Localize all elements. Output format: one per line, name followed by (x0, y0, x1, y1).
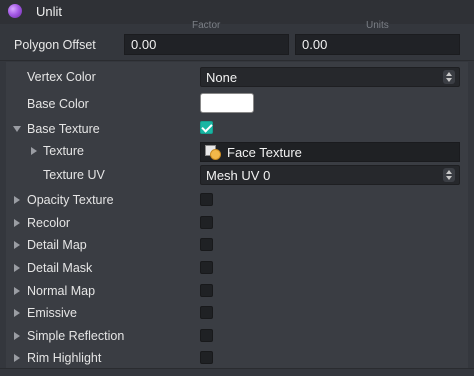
material-title: Unlit (36, 4, 63, 19)
rim-highlight-checkbox[interactable] (200, 351, 213, 364)
collapsed-triangle-icon[interactable] (14, 354, 20, 362)
base-color-swatch[interactable] (200, 93, 254, 113)
texture-uv-label: Texture UV (43, 168, 105, 182)
divider (0, 60, 474, 61)
divider (0, 368, 474, 369)
polygon-offset-units-field[interactable]: 0.00 (295, 34, 460, 55)
collapsed-triangle-icon[interactable] (14, 332, 20, 340)
collapsed-triangle-icon[interactable] (14, 264, 20, 272)
dropdown-arrows-icon (443, 168, 455, 182)
collapsed-triangle-icon[interactable] (14, 196, 20, 204)
factor-label: Factor (192, 20, 221, 31)
detail-map-label: Detail Map (27, 238, 87, 252)
base-texture-label: Base Texture (27, 122, 100, 136)
opacity-texture-checkbox[interactable] (200, 193, 213, 206)
collapsed-triangle-icon[interactable] (14, 287, 20, 295)
simple-reflection-checkbox[interactable] (200, 329, 213, 342)
opacity-texture-label: Opacity Texture (27, 193, 114, 207)
vertex-color-label: Vertex Color (27, 70, 96, 84)
emissive-checkbox[interactable] (200, 306, 213, 319)
base-texture-checkbox[interactable] (200, 121, 213, 134)
units-label: Units (366, 20, 389, 31)
texture-uv-dropdown[interactable]: Mesh UV 0 (200, 165, 460, 185)
texture-field[interactable]: Face Texture (200, 142, 460, 162)
collapsed-triangle-icon[interactable] (14, 309, 20, 317)
dropdown-arrows-icon (443, 70, 455, 84)
material-icon (8, 4, 22, 18)
normal-map-checkbox[interactable] (200, 284, 213, 297)
collapsed-triangle-icon[interactable] (14, 219, 20, 227)
collapsed-triangle-icon[interactable] (31, 147, 37, 155)
collapsed-triangle-icon[interactable] (14, 241, 20, 249)
polygon-offset-label: Polygon Offset (14, 38, 96, 52)
detail-map-checkbox[interactable] (200, 238, 213, 251)
polygon-offset-factor-field[interactable]: 0.00 (124, 34, 289, 55)
emissive-label: Emissive (27, 306, 78, 320)
texture-uv-value: Mesh UV 0 (206, 168, 271, 183)
detail-mask-checkbox[interactable] (200, 261, 213, 274)
rim-highlight-label: Rim Highlight (27, 351, 102, 365)
normal-map-label: Normal Map (27, 284, 96, 298)
vertex-color-value: None (206, 70, 238, 85)
texture-label: Texture (43, 144, 84, 158)
expanded-triangle-icon[interactable] (13, 126, 21, 132)
inspector-header: Unlit (0, 0, 474, 24)
detail-mask-label: Detail Mask (27, 261, 93, 275)
recolor-checkbox[interactable] (200, 216, 213, 229)
texture-value: Face Texture (227, 145, 302, 160)
vertex-color-dropdown[interactable]: None (200, 67, 460, 87)
base-color-label: Base Color (27, 97, 89, 111)
recolor-label: Recolor (27, 216, 71, 230)
texture-asset-icon (205, 145, 221, 160)
simple-reflection-label: Simple Reflection (27, 329, 125, 343)
